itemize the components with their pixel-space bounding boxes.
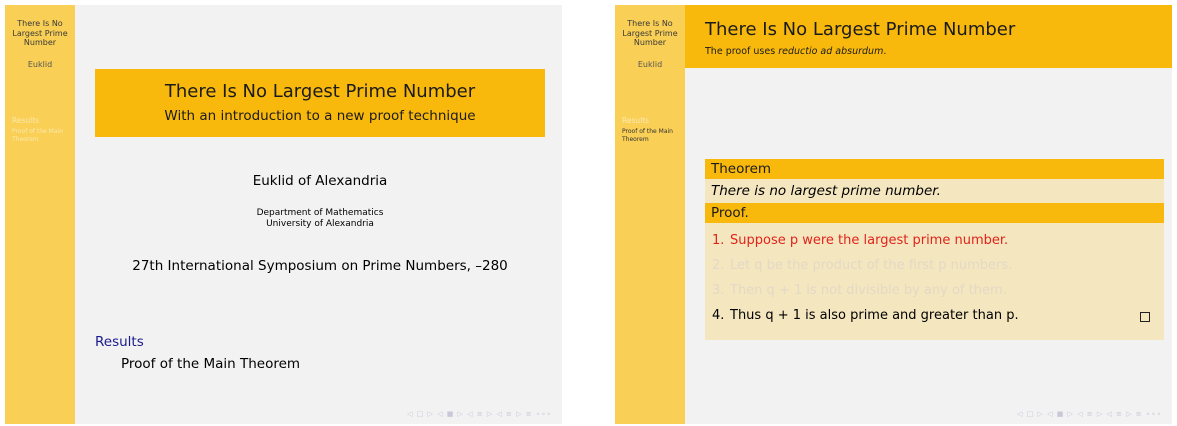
- sidebar-title[interactable]: There Is No Largest Prime Number: [615, 19, 685, 48]
- theorem-block: Theorem There is no largest prime number…: [705, 159, 1164, 203]
- presentation-subtitle: With an introduction to a new proof tech…: [164, 108, 476, 124]
- institute-university: University of Alexandria: [266, 219, 374, 229]
- proof-body: 1. Suppose p were the largest prime numbe…: [705, 223, 1164, 340]
- sidebar-section-results[interactable]: Results: [12, 116, 39, 125]
- author-name: Euklid of Alexandria: [252, 173, 388, 189]
- sidebar-author[interactable]: Euklid: [615, 60, 685, 69]
- theorem-text: There is no largest prime number.: [705, 179, 1164, 203]
- sidebar: There Is No Largest Prime Number Euklid …: [5, 5, 75, 424]
- qed-square-icon: [1140, 312, 1150, 322]
- proof-step: 2. Let q be the product of the first p nu…: [712, 258, 1013, 273]
- sidebar-author[interactable]: Euklid: [5, 60, 75, 69]
- sidebar-title[interactable]: There Is No Largest Prime Number: [5, 19, 75, 48]
- presentation-title: There Is No Largest Prime Number: [164, 81, 476, 102]
- toc-section-results[interactable]: Results: [95, 334, 144, 350]
- toc-subsection-proof[interactable]: Proof of the Main Theorem: [121, 356, 300, 372]
- navigation-symbols[interactable]: ◁ □ ▷ ◁ ■ ▷ ◁ ≡ ▷ ◁ ≡ ▷ ≡ ∘∘∘: [407, 410, 552, 418]
- proof-step: 1. Suppose p were the largest prime numbe…: [712, 233, 1009, 248]
- institute: Department of Mathematics University of …: [95, 208, 545, 230]
- frame-header: There Is No Largest Prime Number The pro…: [685, 5, 1172, 68]
- presentation-date: 27th International Symposium on Prime Nu…: [132, 258, 508, 274]
- proof-label: Proof.: [705, 203, 1164, 223]
- slide-title-page: There Is No Largest Prime Number Euklid …: [5, 5, 562, 424]
- sidebar: There Is No Largest Prime Number Euklid …: [615, 5, 685, 424]
- frame-subtitle: The proof uses reductio ad absurdum.: [705, 46, 887, 57]
- sidebar-subsection-proof[interactable]: Proof of the Main Theorem: [12, 128, 72, 144]
- proof-block: Proof. 1. Suppose p were the largest prim…: [705, 203, 1164, 340]
- slide-proof: There Is No Largest Prime Number Euklid …: [615, 5, 1172, 424]
- theorem-label: Theorem: [705, 159, 1164, 179]
- proof-step: 4. Thus q + 1 is also prime and greater t…: [712, 308, 1019, 323]
- frame-title: There Is No Largest Prime Number: [705, 19, 1016, 40]
- navigation-symbols[interactable]: ◁ □ ▷ ◁ ■ ▷ ◁ ≡ ▷ ◁ ≡ ▷ ≡ ∘∘∘: [1017, 410, 1162, 418]
- sidebar-subsection-proof[interactable]: Proof of the Main Theorem: [622, 128, 682, 144]
- institute-department: Department of Mathematics: [256, 208, 384, 218]
- proof-step: 3. Then q + 1 is not divisible by any of …: [712, 283, 1007, 298]
- title-box: There Is No Largest Prime Number With an…: [95, 69, 545, 137]
- sidebar-section-results[interactable]: Results: [622, 116, 649, 125]
